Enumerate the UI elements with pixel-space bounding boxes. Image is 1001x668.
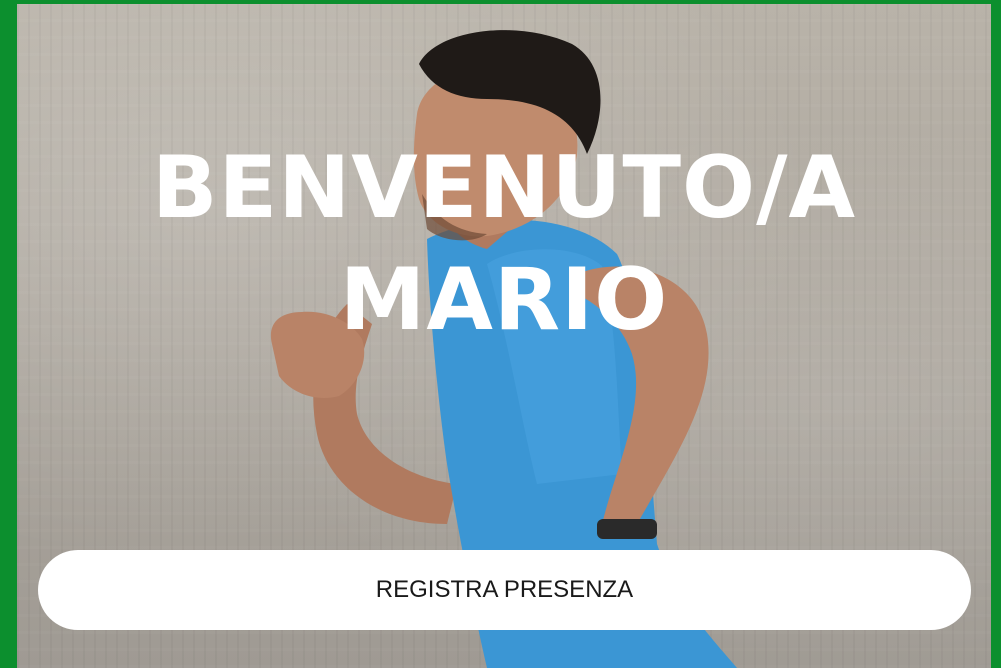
welcome-line: BENVENUTO/A [151, 138, 857, 238]
register-attendance-label: REGISTRA PRESENZA [375, 576, 634, 603]
user-name: MARIO [339, 250, 669, 350]
runner-wristband [597, 519, 657, 539]
register-attendance-button[interactable]: REGISTRA PRESENZA [38, 550, 971, 630]
app-frame: BENVENUTO/A MARIO REGISTRA PRESENZA [0, 0, 1001, 668]
welcome-title: BENVENUTO/A MARIO [17, 132, 991, 356]
